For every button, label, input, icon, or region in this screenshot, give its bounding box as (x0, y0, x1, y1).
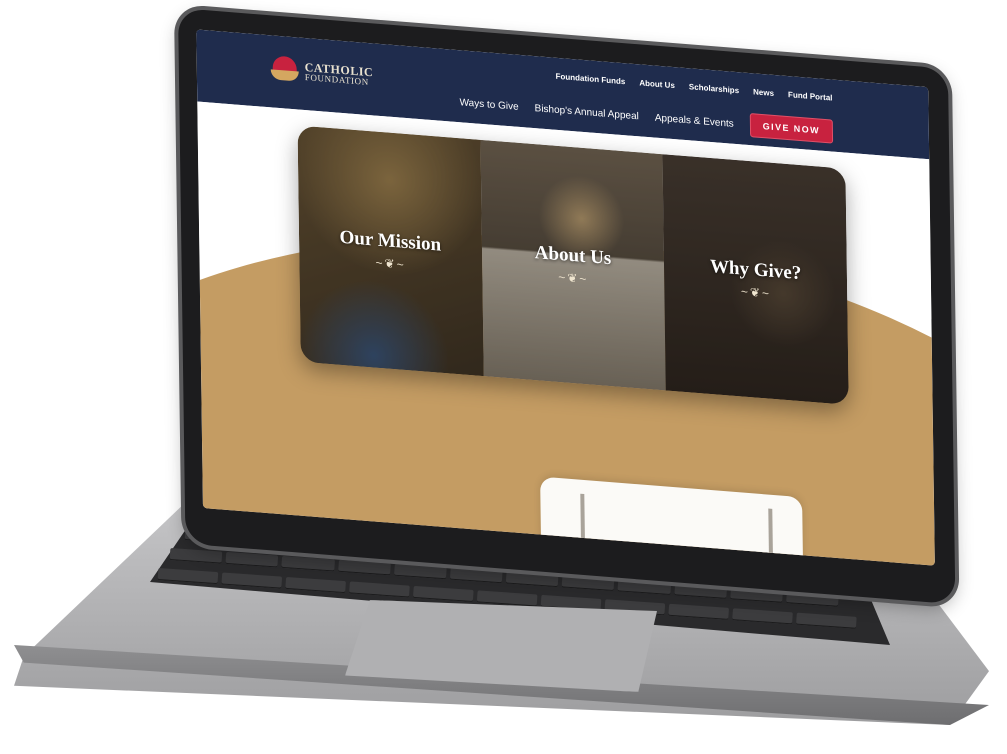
pillar-decoration (580, 493, 586, 555)
nav-news[interactable]: News (753, 87, 774, 98)
flourish-ornament: ~❦~ (740, 284, 772, 301)
nav-appeals-events[interactable]: Appeals & Events (655, 112, 734, 129)
nav-fund-portal[interactable]: Fund Portal (788, 90, 833, 103)
hand-shape (270, 69, 299, 82)
pillar-decoration (768, 508, 774, 566)
nav-scholarships[interactable]: Scholarships (689, 82, 739, 95)
logo-text: CATHOLIC FOUNDATION (305, 59, 374, 86)
panel-about-us[interactable]: About Us ~❦~ (480, 139, 667, 391)
heart-hand-logo-icon (270, 55, 299, 83)
screen: CATHOLIC FOUNDATION Foundation Funds Abo… (196, 29, 935, 566)
nav-foundation-funds[interactable]: Foundation Funds (556, 72, 626, 87)
nav-bishops-annual-appeal[interactable]: Bishop's Annual Appeal (535, 103, 639, 122)
nav-about-us[interactable]: About Us (639, 78, 675, 90)
logo[interactable]: CATHOLIC FOUNDATION (270, 55, 374, 89)
utility-nav: Foundation Funds About Us Scholarships N… (556, 72, 833, 103)
laptop-lid: CATHOLIC FOUNDATION Foundation Funds Abo… (178, 8, 956, 605)
panel-our-mission[interactable]: Our Mission ~❦~ (297, 125, 484, 377)
panel-why-give[interactable]: Why Give? ~❦~ (662, 154, 849, 405)
give-now-button[interactable]: GIVE NOW (749, 113, 834, 144)
laptop-mockup: CATHOLIC FOUNDATION Foundation Funds Abo… (0, 0, 1007, 754)
nav-ways-to-give[interactable]: Ways to Give (459, 97, 518, 113)
hero-panels: Our Mission ~❦~ About Us ~❦~ Why Give? ~… (297, 125, 849, 405)
flourish-ornament: ~❦~ (375, 255, 406, 272)
flourish-ornament: ~❦~ (558, 269, 589, 287)
